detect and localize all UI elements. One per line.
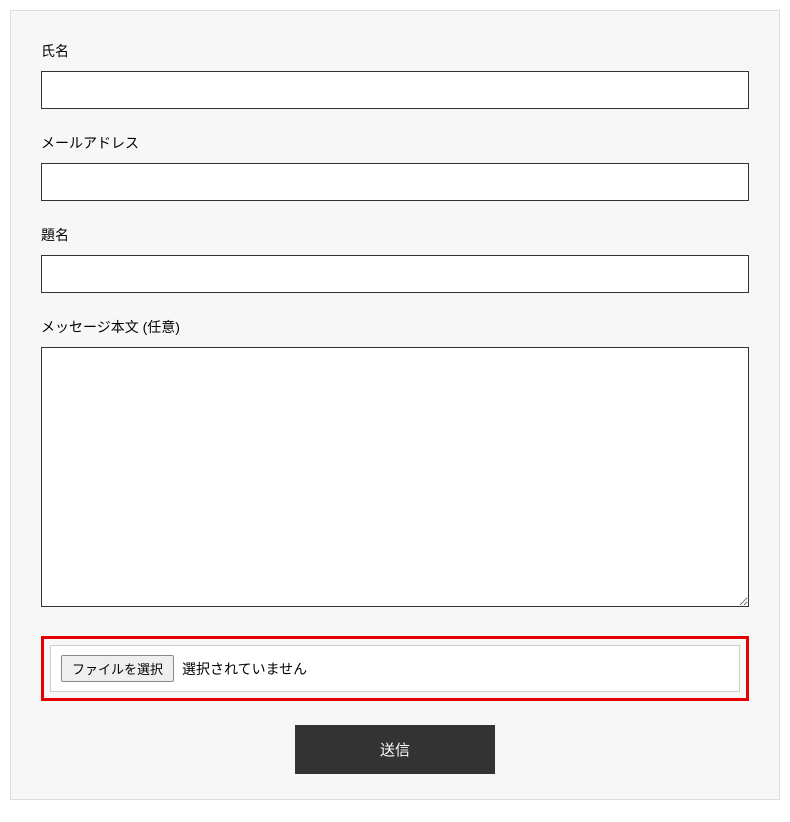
submit-row: 送信 — [41, 725, 749, 774]
name-label: 氏名 — [41, 41, 749, 61]
message-label: メッセージ本文 (任意) — [41, 317, 749, 337]
subject-group: 題名 — [41, 225, 749, 293]
contact-form: 氏名 メールアドレス 題名 メッセージ本文 (任意) ファイルを選択 選択されて… — [10, 10, 780, 800]
message-textarea[interactable] — [41, 347, 749, 607]
email-input[interactable] — [41, 163, 749, 201]
email-group: メールアドレス — [41, 133, 749, 201]
subject-label: 題名 — [41, 225, 749, 245]
email-label: メールアドレス — [41, 133, 749, 153]
subject-input[interactable] — [41, 255, 749, 293]
name-group: 氏名 — [41, 41, 749, 109]
file-select-button[interactable]: ファイルを選択 — [61, 655, 174, 682]
file-upload-row: ファイルを選択 選択されていません — [50, 645, 740, 692]
submit-button[interactable]: 送信 — [295, 725, 495, 774]
file-upload-highlight: ファイルを選択 選択されていません — [41, 636, 749, 701]
file-status-text: 選択されていません — [182, 659, 307, 679]
message-group: メッセージ本文 (任意) — [41, 317, 749, 612]
name-input[interactable] — [41, 71, 749, 109]
